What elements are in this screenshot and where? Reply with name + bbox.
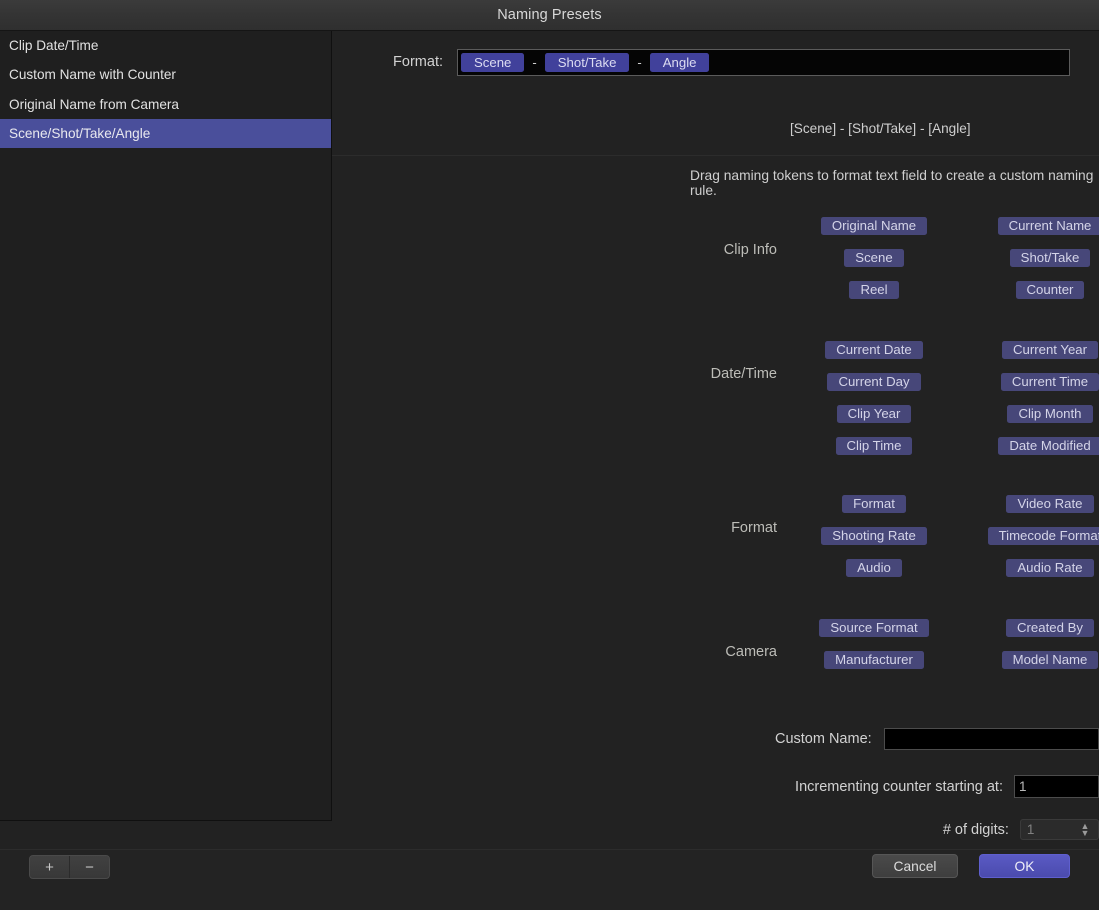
naming-token[interactable]: Shooting Rate (821, 527, 927, 545)
presets-sidebar: Clip Date/Time Custom Name with Counter Or… (0, 31, 332, 821)
custom-name-input[interactable] (884, 728, 1099, 750)
naming-token[interactable]: Audio Rate (1006, 559, 1093, 577)
counter-row: Incrementing counter starting at: (332, 775, 1099, 798)
ok-button[interactable]: OK (979, 854, 1070, 878)
preset-list-item[interactable]: Scene/Shot/Take/Angle (0, 119, 331, 148)
drag-hint-text: Drag naming tokens to format text field … (690, 168, 1099, 198)
naming-token[interactable]: Current Date (825, 341, 923, 359)
token-column: Current Date Current Day Clip Year Clip Tim… (786, 341, 962, 469)
token-column: Video Rate Timecode Format Audio Rate (962, 495, 1099, 591)
dialog-body: Clip Date/Time Custom Name with Counter Or… (0, 31, 1099, 849)
window-title: Naming Presets (497, 7, 602, 23)
format-token[interactable]: Scene (461, 53, 524, 72)
token-column: Format Shooting Rate Audio (786, 495, 962, 591)
cancel-button[interactable]: Cancel (872, 854, 958, 878)
add-preset-button[interactable]: + (30, 856, 69, 878)
preset-list-item[interactable]: Custom Name with Counter (0, 60, 331, 89)
naming-token[interactable]: Model Name (1002, 651, 1099, 669)
preset-add-remove-group: + − (29, 855, 110, 879)
naming-token[interactable]: Current Year (1002, 341, 1098, 359)
dialog-footer: + − Cancel OK (0, 849, 1099, 910)
format-token-separator: - (524, 55, 544, 70)
token-group-label: Camera (332, 644, 777, 660)
preset-label: Clip Date/Time (9, 38, 98, 53)
hint-divider (332, 155, 1099, 156)
titlebar: Naming Presets (0, 0, 1099, 31)
format-text-field[interactable]: Scene-Shot/Take-Angle (457, 49, 1070, 76)
naming-token[interactable]: Video Rate (1006, 495, 1093, 513)
token-group-label: Date/Time (332, 366, 777, 382)
digits-row: # of digits: 1 ▲▼ (332, 819, 1099, 840)
token-column: Created By Model Name (962, 619, 1099, 683)
naming-token[interactable]: Clip Month (1007, 405, 1092, 423)
naming-token[interactable]: Format (842, 495, 906, 513)
naming-token[interactable]: Shot/Take (1010, 249, 1091, 267)
preset-editor-pane: Format: Scene-Shot/Take-Angle [Scene] - … (332, 31, 1099, 849)
naming-token[interactable]: Audio (846, 559, 902, 577)
format-token-separator: - (629, 55, 649, 70)
naming-token[interactable]: Original Name (821, 217, 927, 235)
naming-token[interactable]: Source Format (819, 619, 928, 637)
format-preview: [Scene] - [Shot/Take] - [Angle] (790, 121, 971, 136)
stepper-arrows-icon[interactable]: ▲▼ (1076, 823, 1098, 837)
naming-token[interactable]: Current Name (998, 217, 1099, 235)
token-group-label: Format (332, 520, 777, 536)
naming-token[interactable]: Manufacturer (824, 651, 924, 669)
format-token[interactable]: Angle (650, 53, 710, 72)
naming-token[interactable]: Date Modified (998, 437, 1099, 455)
format-row: Format: Scene-Shot/Take-Angle (332, 49, 1099, 76)
digits-stepper[interactable]: 1 ▲▼ (1020, 819, 1099, 840)
preset-label: Custom Name with Counter (9, 67, 176, 82)
preset-label: Original Name from Camera (9, 97, 179, 112)
remove-preset-button[interactable]: − (69, 856, 109, 878)
token-column: Source Format Manufacturer (786, 619, 962, 683)
counter-label: Incrementing counter starting at: (332, 779, 1003, 795)
naming-token[interactable]: Created By (1006, 619, 1094, 637)
token-column: Current Name Shot/Take Counter (962, 217, 1099, 313)
naming-token[interactable]: Timecode Format (988, 527, 1099, 545)
digits-label: # of digits: (332, 822, 1009, 838)
preset-list-item[interactable]: Original Name from Camera (0, 90, 331, 119)
token-group-label: Clip Info (332, 242, 777, 258)
naming-token[interactable]: Current Day (827, 373, 920, 391)
naming-token[interactable]: Clip Year (837, 405, 912, 423)
token-column: Original Name Scene Reel (786, 217, 962, 313)
naming-presets-dialog: Naming Presets Clip Date/Time Custom Name… (0, 0, 1099, 910)
preset-label: Scene/Shot/Take/Angle (9, 126, 150, 141)
naming-token[interactable]: Reel (849, 281, 898, 299)
naming-token[interactable]: Current Time (1001, 373, 1099, 391)
token-column: Current Year Current Time Clip Month Date M… (962, 341, 1099, 469)
naming-token[interactable]: Clip Time (836, 437, 913, 455)
format-label: Format: (332, 49, 443, 70)
format-token[interactable]: Shot/Take (545, 53, 630, 72)
preset-list-item[interactable]: Clip Date/Time (0, 31, 331, 60)
custom-name-row: Custom Name: (332, 728, 1099, 750)
counter-input[interactable] (1014, 775, 1099, 798)
naming-token[interactable]: Counter (1016, 281, 1085, 299)
naming-token[interactable]: Scene (844, 249, 903, 267)
digits-value: 1 (1021, 822, 1076, 837)
custom-name-label: Custom Name: (332, 731, 872, 747)
